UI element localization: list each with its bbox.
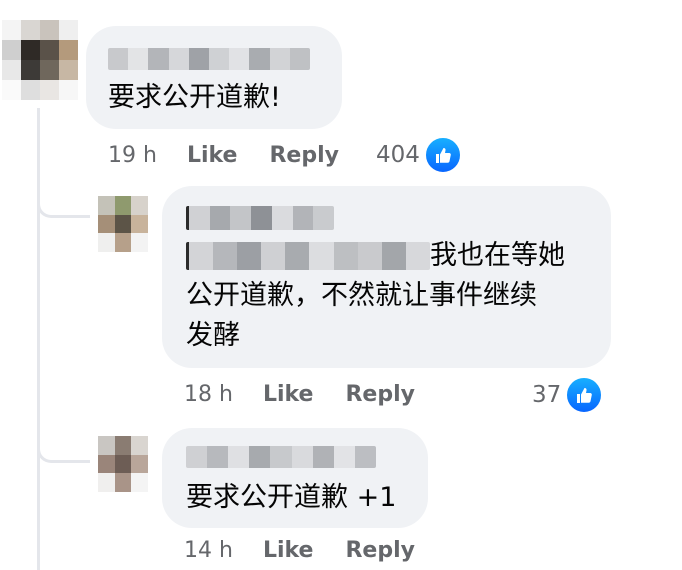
thread-connector [37,180,90,218]
commenter-name-blurred[interactable] [186,206,334,230]
comment-actions: 14 h Like Reply [184,538,415,563]
like-button[interactable]: Like [263,382,314,407]
avatar[interactable] [98,436,148,492]
thumbs-up-icon [423,136,462,174]
comment-bubble: 要求公开道歉! [86,26,342,129]
like-button[interactable]: Like [263,538,314,563]
thread-connector [37,420,90,463]
reaction-count: 37 [532,382,562,408]
comment-text-continued: 公开道歉，不然就让事件继续 发酵 [186,280,537,351]
commenter-name-blurred[interactable] [186,446,376,468]
avatar[interactable] [2,20,78,100]
reply-button[interactable]: Reply [345,538,415,563]
commenter-name-blurred[interactable] [108,48,310,70]
thread-line [37,108,40,570]
like-button[interactable]: Like [187,143,238,168]
timestamp[interactable]: 18 h [184,382,233,407]
timestamp[interactable]: 19 h [108,143,157,168]
timestamp[interactable]: 14 h [184,538,233,563]
reaction-summary[interactable]: 404 [376,136,462,174]
comment-text: 要求公开道歉! [108,82,281,113]
reply-button[interactable]: Reply [269,143,339,168]
comment-bubble: 我也在等她 公开道歉，不然就让事件继续 发酵 [162,186,611,368]
reaction-count: 404 [376,142,420,168]
reaction-summary[interactable]: 37 [532,376,604,414]
comment-text: 我也在等她 [186,236,591,276]
comment-text: 要求公开道歉 +1 [186,482,397,513]
thumbs-up-icon [565,376,604,414]
mention-blurred[interactable] [186,242,430,270]
avatar[interactable] [98,196,148,252]
comment-actions: 18 h Like Reply [184,382,415,407]
comment-text-inline: 我也在等她 [430,240,565,271]
comment-bubble: 要求公开道歉 +1 [162,428,428,528]
comment-actions: 19 h Like Reply [108,143,339,168]
reply-button[interactable]: Reply [345,382,415,407]
